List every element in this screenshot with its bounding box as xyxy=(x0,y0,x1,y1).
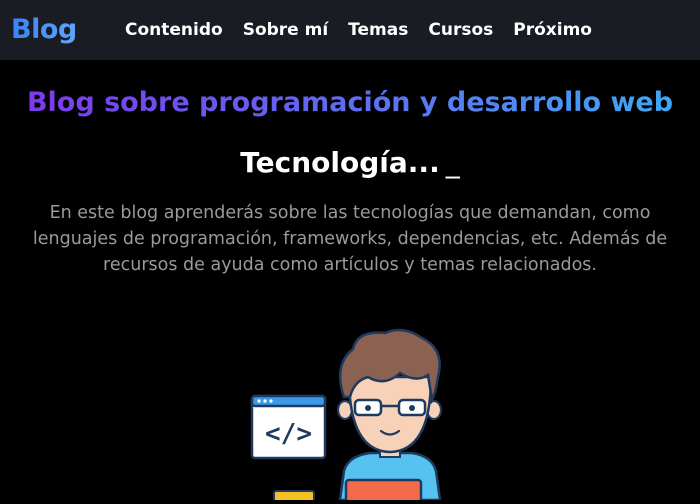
developer-illustration: </> xyxy=(240,325,460,504)
nav-link-sobre-mi[interactable]: Sobre mí xyxy=(233,0,338,60)
nav-link-contenido[interactable]: Contenido xyxy=(115,0,233,60)
hero-description: En este blog aprenderás sobre las tecnol… xyxy=(32,203,668,275)
code-symbol: </> xyxy=(265,419,312,449)
typing-subtitle: Tecnología... _ xyxy=(0,144,700,182)
nav-menu: Contenido Sobre mí Temas Cursos Próximo xyxy=(115,0,602,60)
page-title-text: Blog sobre programación y desarrollo web xyxy=(26,87,674,118)
nav-link-temas[interactable]: Temas xyxy=(338,0,418,60)
page-title: Blog sobre programación y desarrollo web xyxy=(0,84,700,122)
code-window-icon: </> xyxy=(250,394,327,460)
typing-text: Tecnología... xyxy=(240,146,440,179)
navbar: Blog Contenido Sobre mí Temas Cursos Pró… xyxy=(0,0,700,60)
brand-logo[interactable]: Blog xyxy=(11,12,77,48)
typing-cursor: _ xyxy=(445,146,460,179)
nav-link-cursos[interactable]: Cursos xyxy=(418,0,503,60)
nav-link-proximo[interactable]: Próximo xyxy=(503,0,602,60)
developer-illustration-svg: </> xyxy=(250,328,443,504)
